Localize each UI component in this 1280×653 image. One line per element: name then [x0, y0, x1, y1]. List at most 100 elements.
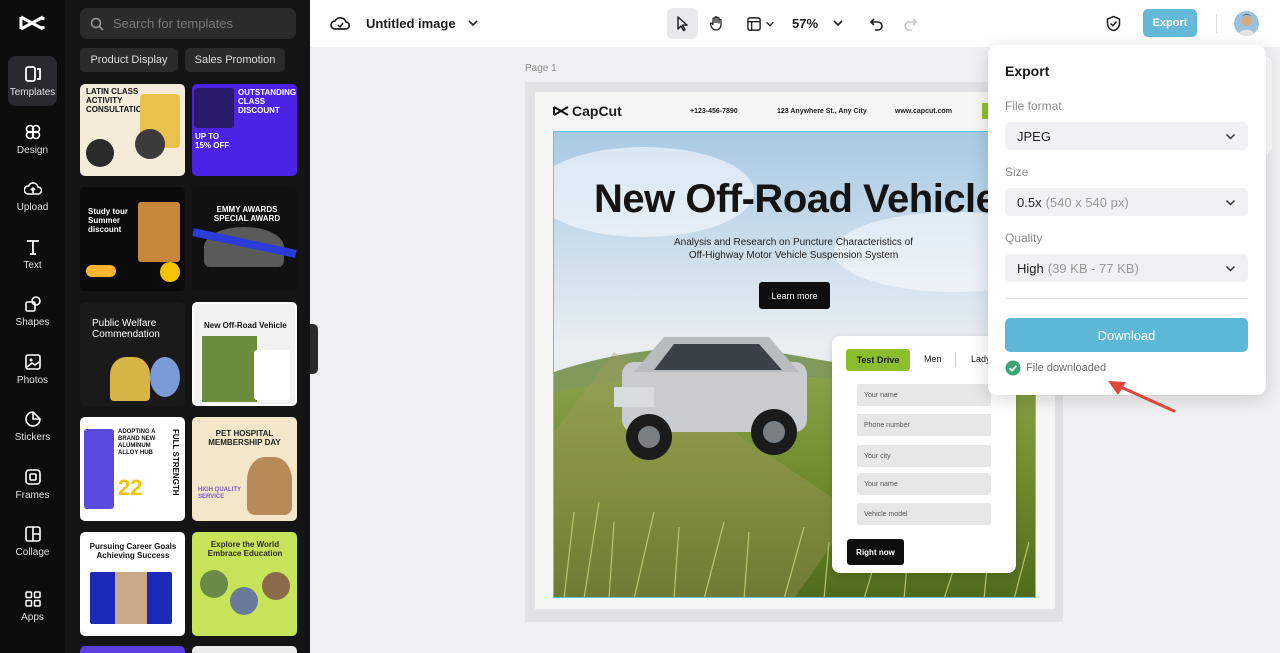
left-rail: Templates Design Upload Text Shapes Phot… — [0, 0, 65, 653]
text-icon — [26, 239, 39, 255]
chevron-down-icon[interactable] — [467, 17, 479, 29]
layout-icon — [746, 16, 761, 31]
template-thumb[interactable]: Study tour Summer discount — [80, 187, 185, 291]
template-number: 22 — [118, 475, 143, 500]
chevron-down-icon — [1225, 265, 1236, 272]
layout-menu-button[interactable] — [740, 8, 780, 39]
photos-icon — [24, 353, 41, 370]
form-tab-test-drive[interactable]: Test Drive — [846, 349, 910, 371]
template-thumb[interactable]: Pursuing Career Goals Achieving Success — [80, 532, 185, 636]
rail-label: Frames — [15, 489, 50, 501]
capcut-logo-icon[interactable] — [19, 12, 45, 34]
template-thumb[interactable]: EMMY AWARDS SPECIAL AWARD — [192, 187, 297, 291]
form-field-city[interactable]: Your city — [857, 445, 991, 467]
rail-item-design[interactable]: Design — [8, 114, 57, 164]
template-title: Study tour Summer discount — [88, 207, 128, 234]
export-divider — [1005, 298, 1248, 299]
form-field-name[interactable]: Your name — [857, 384, 991, 406]
quality-select[interactable]: High (39 KB - 77 KB) — [1005, 254, 1248, 282]
template-title: OUTSTANDING CLASS DISCOUNT — [238, 88, 297, 115]
poster-headline: New Off-Road Vehicle — [594, 177, 998, 221]
size-label: Size — [1005, 165, 1029, 179]
template-badge — [160, 262, 180, 282]
cloud-save-icon[interactable] — [330, 14, 350, 32]
rail-item-stickers[interactable]: Stickers — [8, 401, 57, 451]
rail-item-frames[interactable]: Frames — [8, 459, 57, 509]
page-label: Page 1 — [525, 63, 557, 74]
apps-icon — [24, 590, 41, 607]
rail-item-text[interactable]: Text — [8, 229, 57, 279]
template-search[interactable] — [80, 8, 296, 39]
zoom-level[interactable]: 57% — [792, 16, 818, 31]
cursor-icon — [677, 16, 688, 32]
chip-sales-promotion[interactable]: Sales Promotion — [185, 48, 285, 72]
template-title: EMMY AWARDS SPECIAL AWARD — [213, 205, 281, 223]
template-thumb[interactable]: New Off-Road Vehicle — [192, 302, 297, 406]
template-photo — [262, 572, 290, 600]
poster-phone: +123-456-7890 — [690, 108, 738, 115]
template-photo — [247, 457, 292, 515]
rail-item-photos[interactable]: Photos — [8, 344, 57, 394]
template-thumb[interactable]: ADOPTING A BRAND NEW ALUMINUM ALLOY HUB … — [80, 417, 185, 521]
chevron-down-icon — [1225, 133, 1236, 140]
rail-item-upload[interactable]: Upload — [8, 171, 57, 221]
shield-button[interactable] — [1098, 8, 1129, 39]
template-extra: UP TO 15% OFF — [195, 132, 230, 150]
form-field-phone[interactable]: Phone number — [857, 414, 991, 436]
templates-panel: Product Display Sales Promotion LATIN CL… — [65, 0, 310, 653]
avatar[interactable] — [1234, 11, 1259, 36]
shield-icon — [1106, 15, 1121, 32]
template-thumb[interactable] — [192, 646, 297, 653]
rail-item-apps[interactable]: Apps — [8, 581, 57, 631]
search-input[interactable] — [113, 16, 283, 31]
chip-product-display[interactable]: Product Display — [80, 48, 178, 72]
template-photo — [150, 357, 180, 397]
template-title: New Off-Road Vehicle — [204, 321, 287, 330]
templates-icon — [24, 65, 41, 82]
template-photo — [86, 139, 114, 167]
form-tab-men[interactable]: Men — [924, 354, 942, 364]
template-thumb[interactable]: Public Welfare Commendation — [80, 302, 185, 406]
export-button[interactable]: Export — [1143, 9, 1197, 37]
collage-icon — [24, 525, 41, 542]
template-thumb[interactable]: OUTSTANDING CLASS DISCOUNT UP TO 15% OFF — [192, 84, 297, 176]
rail-item-collage[interactable]: Collage — [8, 516, 57, 566]
undo-button[interactable] — [861, 8, 892, 39]
download-button[interactable]: Download — [1005, 318, 1248, 352]
rail-label: Stickers — [14, 431, 51, 443]
template-extra: HIGH QUALITY SERVICE — [198, 487, 241, 500]
form-field-name-2[interactable]: Your name — [857, 473, 991, 495]
template-thumb[interactable]: Explore the World Embrace Education — [192, 532, 297, 636]
rail-item-templates[interactable]: Templates — [8, 56, 57, 106]
rail-item-shapes[interactable]: Shapes — [8, 286, 57, 336]
template-form — [254, 350, 290, 400]
template-photo — [138, 202, 180, 262]
poster-website: www.capcut.com — [895, 108, 952, 115]
template-thumb[interactable]: PET HOSPITAL MEMBERSHIP DAY HIGH QUALITY… — [192, 417, 297, 521]
template-photo — [115, 572, 147, 624]
template-title: ADOPTING A BRAND NEW ALUMINUM ALLOY HUB — [118, 429, 156, 456]
file-format-select[interactable]: JPEG — [1005, 122, 1248, 150]
redo-button[interactable] — [895, 8, 926, 39]
redo-icon — [904, 18, 918, 31]
document-title[interactable]: Untitled image — [366, 16, 456, 31]
right-now-button[interactable]: Right now — [847, 539, 904, 565]
size-select[interactable]: 0.5x (540 x 540 px) — [1005, 188, 1248, 216]
panel-collapse-handle[interactable] — [310, 324, 318, 374]
form-tab-divider — [955, 352, 956, 367]
template-thumb[interactable] — [80, 646, 185, 653]
annotation-arrow-icon — [1108, 381, 1176, 413]
export-panel-title: Export — [1005, 63, 1050, 79]
download-status: File downloaded — [1005, 360, 1106, 376]
rail-label: Text — [23, 259, 42, 271]
form-field-vehicle-model[interactable]: Vehicle model — [857, 503, 991, 525]
hand-tool-button[interactable] — [701, 8, 732, 39]
learn-more-button[interactable]: Learn more — [759, 282, 830, 309]
template-photo — [202, 336, 257, 402]
template-thumb[interactable]: LATIN CLASS ACTIVITY CONSULTATION — [80, 84, 185, 176]
rail-label: Templates — [9, 86, 56, 98]
rail-label: Photos — [16, 374, 49, 386]
file-format-value: JPEG — [1017, 128, 1051, 144]
select-tool-button[interactable] — [667, 8, 698, 39]
chevron-down-icon[interactable] — [832, 17, 844, 29]
